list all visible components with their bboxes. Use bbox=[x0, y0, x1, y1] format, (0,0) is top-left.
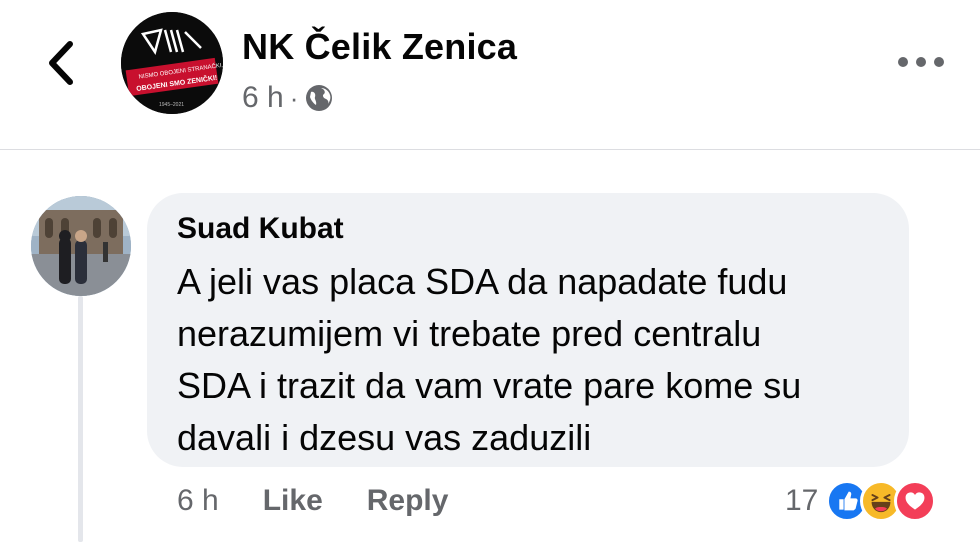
reply-button[interactable]: Reply bbox=[367, 484, 449, 518]
reactions-summary[interactable]: 17 bbox=[785, 476, 937, 526]
comment-line: SDA i trazit da vam vrate pare kome su bbox=[177, 365, 802, 406]
reaction-count: 17 bbox=[785, 484, 819, 517]
logo-years: 1945–2021 bbox=[159, 102, 184, 108]
comment-line: davali i dzesu vas zaduzili bbox=[177, 417, 592, 458]
comment-actions: 6 h Like Reply bbox=[177, 476, 448, 526]
avatar-photo bbox=[31, 196, 131, 296]
back-button[interactable] bbox=[38, 38, 84, 88]
comment-line: nerazumijem vi trebate pred centralu bbox=[177, 313, 762, 354]
more-horizontal-icon-dot bbox=[898, 57, 908, 67]
post-header: NISMO OBOJENI STRANAČKI, OBOJENI SMO ZEN… bbox=[0, 0, 980, 150]
page-avatar[interactable]: NISMO OBOJENI STRANAČKI, OBOJENI SMO ZEN… bbox=[121, 12, 223, 114]
comment-author[interactable]: Suad Kubat bbox=[177, 212, 344, 246]
page-name[interactable]: NK Čelik Zenica bbox=[242, 26, 517, 68]
post-meta: 6 h · bbox=[242, 80, 334, 116]
comment-time[interactable]: 6 h bbox=[177, 484, 219, 518]
more-options-button[interactable] bbox=[898, 48, 944, 76]
thread-line bbox=[78, 296, 83, 542]
comment-text: A jeli vas placa SDA da napadate fudu ne… bbox=[177, 256, 897, 464]
commenter-avatar[interactable] bbox=[31, 196, 131, 296]
club-logo-icon: NISMO OBOJENI STRANAČKI, OBOJENI SMO ZEN… bbox=[121, 12, 223, 114]
like-button[interactable]: Like bbox=[263, 484, 323, 518]
chevron-left-icon bbox=[49, 41, 73, 85]
comment-line: A jeli vas placa SDA da napadate fudu bbox=[177, 261, 788, 302]
post-time[interactable]: 6 h bbox=[242, 81, 284, 115]
love-reaction-icon bbox=[894, 480, 937, 522]
meta-separator: · bbox=[289, 82, 299, 113]
more-horizontal-icon-dot bbox=[916, 57, 926, 67]
globe-icon bbox=[306, 85, 333, 111]
more-horizontal-icon-dot bbox=[934, 57, 944, 67]
